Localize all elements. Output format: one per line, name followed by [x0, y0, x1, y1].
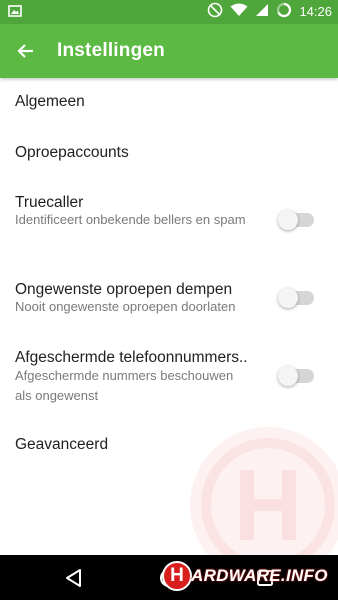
logo-h-badge: H [162, 561, 192, 591]
setting-subtitle: Afgeschermde nummers beschouwen als onge… [15, 368, 234, 403]
setting-item-hidden-numbers[interactable]: Afgeschermde telefoonnummers.. Afgescher… [0, 340, 338, 410]
toggle-thumb [278, 288, 298, 308]
setting-item-general[interactable]: Algemeen [0, 78, 338, 126]
hardware-info-logo: H ARDWARE.INFO [162, 560, 328, 592]
page-title: Instellingen [57, 40, 165, 61]
setting-title: Oproepaccounts [15, 144, 129, 161]
mute-unwanted-toggle[interactable] [278, 288, 314, 308]
setting-item-mute-unwanted[interactable]: Ongewenste oproepen dempen Nooit ongewen… [0, 272, 338, 322]
back-triangle-icon[interactable] [63, 567, 85, 589]
truecaller-toggle[interactable] [278, 210, 314, 230]
battery-icon [276, 2, 292, 23]
setting-subtitle: Identificeert onbekende bellers en spam [15, 212, 246, 227]
toggle-thumb [278, 366, 298, 386]
setting-item-call-accounts[interactable]: Oproepaccounts [0, 128, 338, 176]
logo-text: ARDWARE.INFO [191, 566, 328, 585]
arrow-left-icon[interactable] [12, 37, 40, 65]
status-time: 14:26 [299, 4, 332, 19]
watermark-logo [168, 415, 338, 583]
hidden-numbers-toggle[interactable] [278, 366, 314, 386]
wifi-icon [230, 3, 248, 22]
setting-subtitle: Nooit ongewenste oproepen doorlaten [15, 299, 236, 314]
app-toolbar: Instellingen [0, 24, 338, 78]
signal-icon [255, 3, 269, 22]
setting-title: Algemeen [15, 93, 85, 110]
toggle-thumb [278, 210, 298, 230]
do-not-disturb-icon [207, 2, 223, 23]
setting-title: Afgeschermde telefoonnummers.. [15, 349, 248, 366]
gallery-icon [8, 4, 22, 18]
setting-item-truecaller[interactable]: Truecaller Identificeert onbekende belle… [0, 184, 338, 252]
setting-title: Geavanceerd [15, 436, 109, 453]
status-bar: 14:26 [0, 0, 338, 24]
